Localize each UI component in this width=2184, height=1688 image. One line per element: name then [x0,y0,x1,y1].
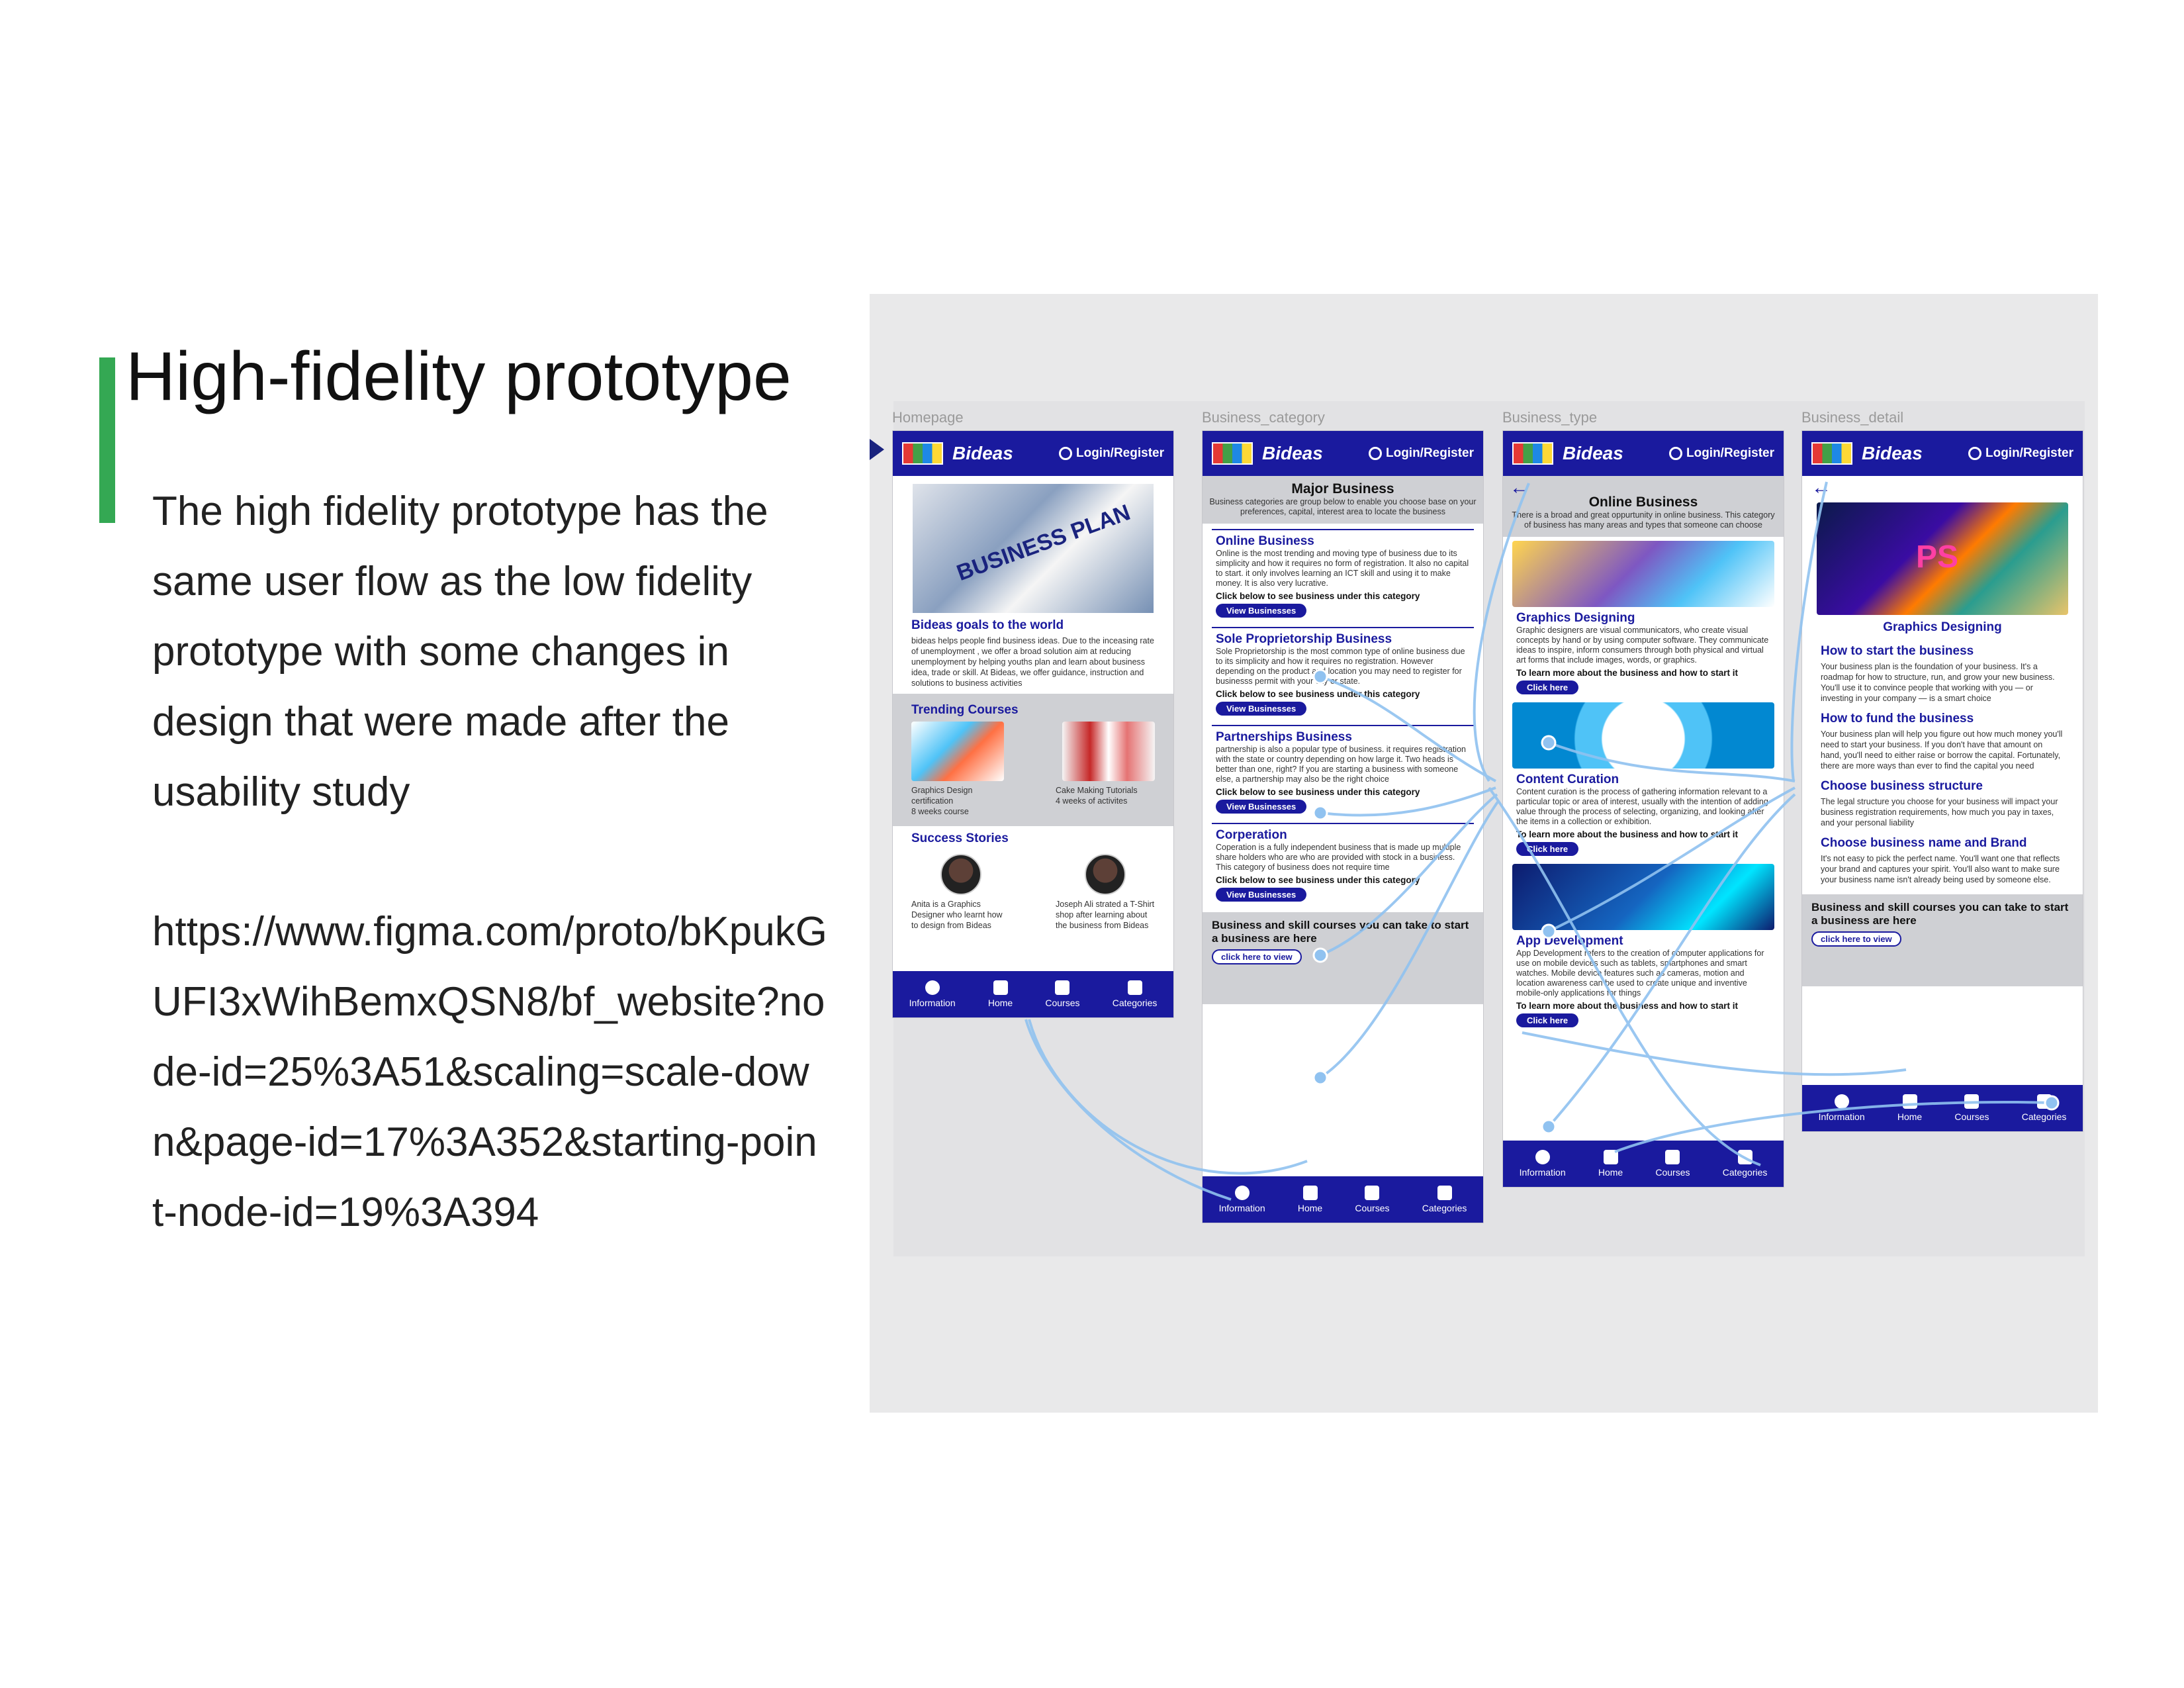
flow-arrow [1320,793,1498,957]
flow-arrow [1547,793,1796,1128]
link-node [1541,1119,1557,1135]
link-node [1312,1070,1328,1086]
flow-arrow [1319,800,1500,1079]
flow-arrow [1522,1031,1907,1076]
flow-arrow [1320,675,1496,782]
prototype-connections [1024,481,2060,1201]
flow-arrow [1320,786,1496,817]
flow-arrow [1488,786,1761,1166]
link-node [1312,669,1328,684]
link-node [1312,805,1328,821]
link-node [1312,947,1328,963]
flow-arrow [1548,741,1796,782]
flow-arrow [1548,786,1796,933]
link-node [1541,735,1557,751]
flow-arrow [1024,1019,1232,1201]
link-node [2044,1095,2060,1111]
link-node [1541,923,1557,939]
flow-arrow [1790,481,1828,782]
flow-arrow [1473,483,1530,782]
flow-arrow [1614,1100,2052,1153]
